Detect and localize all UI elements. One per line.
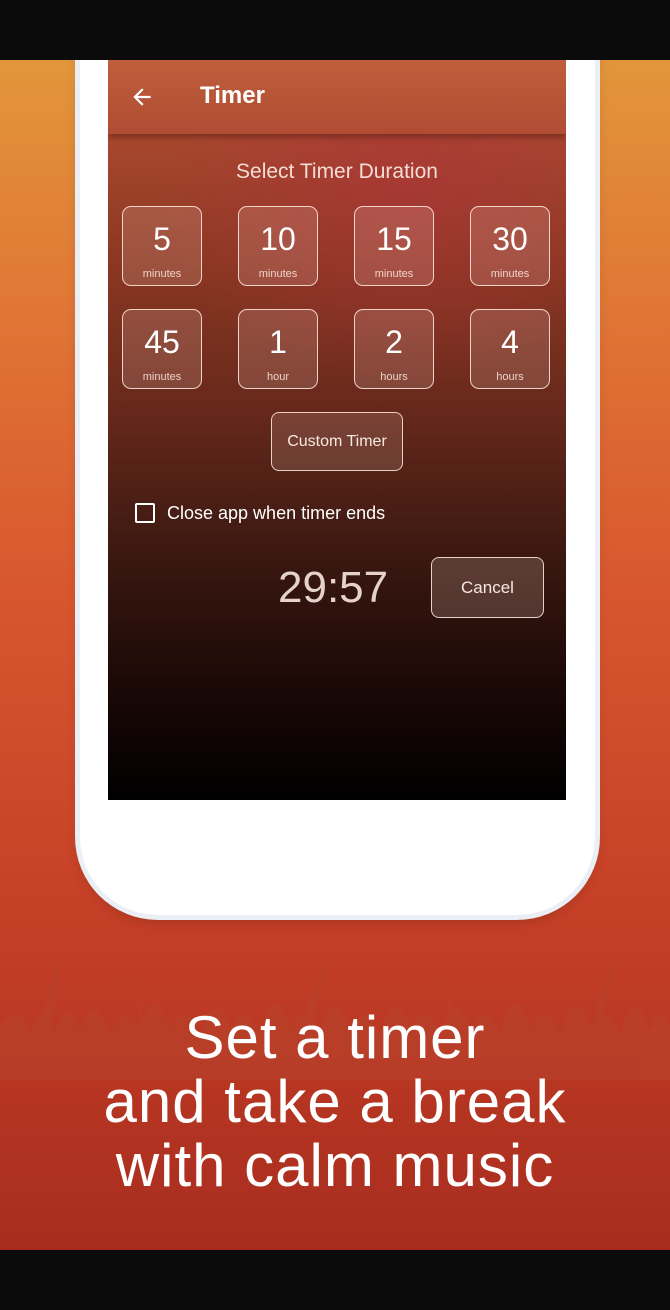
promo-line-1: Set a timer <box>184 1004 486 1071</box>
app-bar: Timer <box>108 60 566 134</box>
timer-option-45-minutes[interactable]: 45 minutes <box>122 309 202 389</box>
timer-option-value: 30 <box>492 221 528 257</box>
timer-option-4-hours[interactable]: 4 hours <box>470 309 550 389</box>
timer-option-1-hour[interactable]: 1 hour <box>238 309 318 389</box>
timer-option-value: 4 <box>501 324 519 360</box>
cancel-button[interactable]: Cancel <box>431 557 544 618</box>
timer-option-10-minutes[interactable]: 10 minutes <box>238 206 318 286</box>
timer-option-value: 2 <box>385 324 403 360</box>
close-app-checkbox[interactable] <box>135 503 155 523</box>
timer-option-value: 10 <box>260 221 296 257</box>
timer-option-unit: minutes <box>490 268 530 280</box>
timer-option-2-hours[interactable]: 2 hours <box>354 309 434 389</box>
promo-line-2: and take a break <box>103 1068 567 1135</box>
timer-option-unit: hours <box>496 371 524 383</box>
arrow-left-icon <box>133 88 151 106</box>
timer-option-value: 5 <box>153 221 171 257</box>
timer-option-unit: minutes <box>142 268 182 280</box>
timer-option-unit: hour <box>266 371 290 383</box>
timer-option-value: 15 <box>376 221 412 257</box>
app-screen: Timer Select Timer Duration 5 minutes 10… <box>108 60 566 800</box>
custom-timer-button[interactable]: Custom Timer <box>271 412 403 471</box>
section-title: Select Timer Duration <box>236 160 438 183</box>
close-app-label: Close app when timer ends <box>167 503 386 523</box>
timer-option-unit: minutes <box>258 268 298 280</box>
timer-option-30-minutes[interactable]: 30 minutes <box>470 206 550 286</box>
promo-background: Timer Select Timer Duration 5 minutes 10… <box>0 60 670 1250</box>
timer-option-value: 45 <box>144 324 180 360</box>
page-title: Timer <box>200 82 265 109</box>
promo-line-3: with calm music <box>115 1132 555 1199</box>
back-button[interactable] <box>126 81 158 113</box>
countdown-display: 29:57 <box>278 563 389 612</box>
timer-option-5-minutes[interactable]: 5 minutes <box>122 206 202 286</box>
timer-option-value: 1 <box>269 324 287 360</box>
promo-headline: Set a timer and take a break with calm m… <box>0 1006 670 1198</box>
timer-option-unit: minutes <box>142 371 182 383</box>
timer-option-unit: minutes <box>374 268 414 280</box>
timer-option-15-minutes[interactable]: 15 minutes <box>354 206 434 286</box>
timer-option-unit: hours <box>380 371 408 383</box>
